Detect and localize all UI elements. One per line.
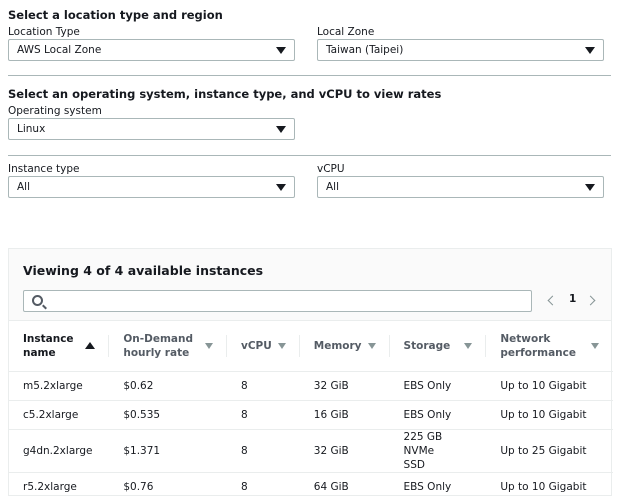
caret-down-icon (585, 183, 595, 191)
os-label: Operating system (8, 105, 102, 117)
cell-memory: 64 GiB (299, 472, 390, 500)
os-section-title: Select an operating system, instance typ… (8, 87, 442, 101)
cell-vcpu: 8 (227, 371, 300, 401)
section-divider (8, 155, 611, 156)
header-text: Storage (403, 339, 451, 352)
cell-instance-name: r5.2xlarge (9, 472, 110, 500)
local-zone-value: Taiwan (Taipei) (326, 44, 404, 56)
cell-network: Up to 10 Gigabit (486, 400, 613, 430)
panel-header: Viewing 4 of 4 available instances 1 (9, 249, 611, 321)
cell-network: Up to 10 Gigabit (486, 472, 613, 500)
table-row: g4dn.2xlarge $1.371 8 32 GiB 225 GB NVMe… (9, 429, 613, 473)
header-text: Memory (313, 339, 362, 352)
sort-ascending-icon (85, 342, 96, 350)
cell-instance-name: c5.2xlarge (9, 400, 110, 430)
header-text: On-Demand (123, 332, 193, 345)
storage-line: 225 GB NVMe (403, 430, 443, 457)
instance-type-select[interactable]: All (8, 176, 295, 198)
column-header-vcpu[interactable]: vCPU (227, 321, 300, 372)
sort-icon (464, 342, 473, 349)
cell-storage: EBS Only (389, 371, 487, 401)
cell-storage: 225 GB NVMe SSD (389, 429, 487, 473)
cell-network: Up to 25 Gigabit (486, 429, 613, 473)
instances-table: Instancename On-Demandhourly rate vCPU (9, 321, 613, 500)
storage-line: SSD (403, 458, 425, 471)
cell-vcpu: 8 (227, 400, 300, 430)
header-text: hourly rate (123, 346, 190, 359)
column-header-storage[interactable]: Storage (389, 321, 487, 372)
table-row: c5.2xlarge $0.535 8 16 GiB EBS Only Up t… (9, 400, 613, 430)
location-type-label: Location Type (8, 26, 80, 38)
location-section-title: Select a location type and region (8, 8, 223, 22)
local-zone-label: Local Zone (317, 26, 375, 38)
location-type-value: AWS Local Zone (17, 44, 102, 56)
table-row: r5.2xlarge $0.76 8 64 GiB EBS Only Up to… (9, 472, 613, 500)
vcpu-label: vCPU (317, 163, 345, 175)
header-text: performance (500, 346, 576, 359)
column-header-network[interactable]: Network performance (486, 321, 613, 372)
cell-memory: 32 GiB (299, 371, 390, 401)
header-text: name (23, 346, 56, 359)
sort-icon (205, 342, 213, 349)
vcpu-value: All (326, 181, 340, 193)
table-row: m5.2xlarge $0.62 8 32 GiB EBS Only Up to… (9, 371, 613, 401)
column-header-memory[interactable]: Memory (299, 321, 390, 372)
cell-instance-name: m5.2xlarge (9, 371, 110, 401)
cell-vcpu: 8 (227, 429, 300, 473)
panel-title: Viewing 4 of 4 available instances (23, 263, 264, 278)
cell-instance-name: g4dn.2xlarge (9, 429, 110, 473)
vcpu-select[interactable]: All (317, 176, 604, 198)
chevron-right-icon[interactable] (585, 295, 596, 306)
cell-hourly-rate: $0.76 (109, 472, 227, 500)
cell-memory: 32 GiB (299, 429, 390, 473)
caret-down-icon (276, 125, 286, 133)
instance-type-value: All (17, 181, 31, 193)
cell-hourly-rate: $1.371 (109, 429, 227, 473)
caret-down-icon (585, 46, 595, 54)
search-icon (32, 295, 43, 306)
page-number[interactable]: 1 (569, 293, 576, 305)
chevron-left-icon[interactable] (547, 295, 558, 306)
cell-storage: EBS Only (389, 472, 487, 500)
os-value: Linux (17, 123, 46, 135)
location-type-select[interactable]: AWS Local Zone (8, 39, 295, 61)
cell-hourly-rate: $0.62 (109, 371, 227, 401)
cell-storage: EBS Only (389, 400, 487, 430)
header-text: Network (500, 332, 551, 345)
column-header-instance-name[interactable]: Instance name (9, 321, 110, 372)
instances-panel: Viewing 4 of 4 available instances 1 Ins… (8, 248, 613, 500)
instance-type-label: Instance type (8, 163, 80, 175)
header-text: Instance (23, 332, 74, 345)
caret-down-icon (276, 46, 286, 54)
cell-memory: 16 GiB (299, 400, 390, 430)
os-select[interactable]: Linux (8, 118, 295, 140)
section-divider (8, 75, 611, 76)
caret-down-icon (276, 183, 286, 191)
column-header-hourly-rate[interactable]: On-Demand hourly rate (109, 321, 227, 372)
header-text: vCPU (241, 339, 272, 352)
cell-network: Up to 10 Gigabit (486, 371, 613, 401)
local-zone-select[interactable]: Taiwan (Taipei) (317, 39, 604, 61)
search-input[interactable] (23, 290, 532, 312)
sort-icon (277, 342, 286, 349)
cell-hourly-rate: $0.535 (109, 400, 227, 430)
sort-icon (591, 342, 599, 349)
sort-icon (367, 342, 376, 349)
cell-vcpu: 8 (227, 472, 300, 500)
